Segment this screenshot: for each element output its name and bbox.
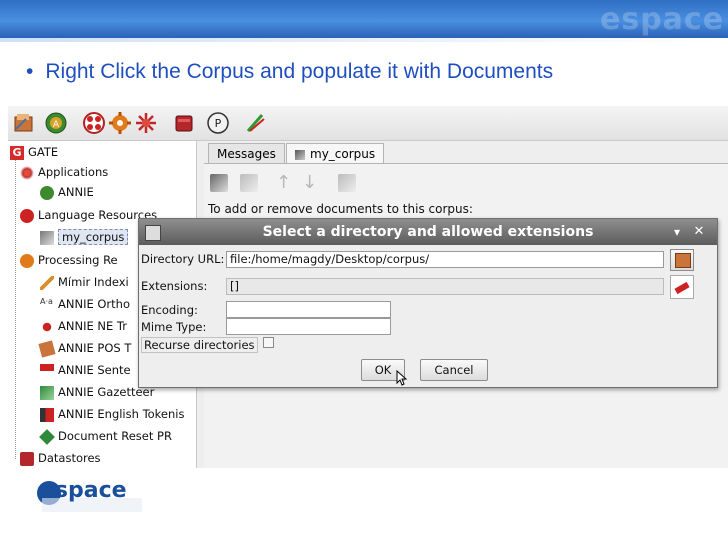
tab-my-corpus[interactable]: my_corpus [286,143,385,164]
tree-node-annie[interactable]: ANNIE [40,183,94,201]
tree-node-pr-item[interactable]: Document Reset PR [39,427,172,445]
tree-node-applications[interactable]: Applications [20,163,108,181]
extensions-field[interactable]: [] [226,278,664,295]
processing-resource-icon[interactable] [108,111,132,135]
annie-app-icon [40,185,54,200]
encoding-field[interactable] [226,301,391,318]
corpus-instructions: To add or remove documents to this corpu… [208,202,473,216]
ne-transducer-icon [40,319,54,334]
pipeline-icon[interactable]: P [206,111,230,135]
cancel-button[interactable]: Cancel [420,359,488,381]
banner-strip [0,38,728,42]
extensions-label: Extensions: [141,279,208,293]
close-icon[interactable]: ✕ [691,224,707,240]
edit-extensions-button[interactable] [670,275,694,299]
directory-url-field[interactable]: file:/home/magdy/Desktop/corpus/ [226,251,664,268]
mime-type-field[interactable] [226,318,391,335]
applications-icon [20,165,34,180]
annie-icon[interactable]: A [44,111,68,135]
mimir-indexer-icon [40,275,54,290]
window-menu-icon[interactable] [145,225,161,241]
bullet-marker: • [26,60,34,83]
select-directory-dialog: Select a directory and allowed extension… [138,218,718,388]
recurse-directories-checkbox[interactable] [263,337,274,348]
bullet-text: Right Click the Corpus and populate it w… [45,60,554,83]
browse-button[interactable] [670,249,694,271]
tree-node-datastores[interactable]: Datastores [20,449,101,467]
directory-url-label: Directory URL: [141,252,225,266]
pos-tagger-icon [38,339,56,358]
tree-node-pr-item[interactable]: Mímir Indexi [40,273,129,291]
slide-bullet: • Right Click the Corpus and populate it … [26,60,553,84]
banner-logo-watermark: espace [600,2,725,37]
tab-messages[interactable]: Messages [208,143,285,164]
corpus-icon [295,149,305,160]
tree-node-pr-item[interactable]: ANNIE English Tokenis [40,405,184,423]
tree-node-language-resources[interactable]: Language Resources [20,206,157,224]
espace-logo-text: espace [40,478,127,503]
dialog-title: Select a directory and allowed extension… [262,224,594,240]
mouse-cursor-icon [396,370,408,386]
tree-node-gate[interactable]: G GATE [10,143,58,161]
remove-document-icon[interactable] [240,174,258,192]
espace-logo: espace [32,476,146,518]
main-toolbar: A P [8,106,728,141]
language-resources-icon [20,208,34,223]
application-icon[interactable] [134,111,158,135]
document-reset-icon [39,428,55,445]
minimize-icon[interactable]: ▾ [669,224,685,240]
corpus-icon [40,230,54,245]
recurse-directories-label: Recurse directories [141,337,258,353]
tree-node-pr-item[interactable]: ANNIE Sente [40,361,131,379]
gate-logo-icon: G [10,145,24,160]
datastore-icon[interactable] [172,111,196,135]
tree-node-pr-item[interactable]: A·a ANNIE Ortho [40,295,130,313]
language-resource-icon[interactable] [82,111,106,135]
encoding-label: Encoding: [141,303,198,317]
mime-type-label: Mime Type: [141,320,207,334]
tree-node-pr-item[interactable]: ANNIE POS T [38,339,131,358]
sentence-splitter-icon [40,363,54,378]
move-down-icon[interactable]: ↓ [302,172,317,193]
edit-list-icon [674,281,690,295]
tree-node-my-corpus[interactable]: my_corpus [40,228,129,246]
open-icon[interactable] [12,111,36,135]
tree-node-pr-item[interactable]: ANNIE NE Tr [40,317,127,335]
svg-text:A: A [53,120,60,130]
move-up-icon[interactable]: ↑ [276,172,291,193]
tree-node-processing-resources[interactable]: Processing Re [20,251,118,269]
svg-text:P: P [215,117,222,130]
datastores-icon [20,451,34,466]
open-document-icon[interactable] [338,174,356,192]
folder-icon [675,253,691,268]
add-document-icon[interactable] [210,174,228,192]
edit-icon[interactable] [244,111,268,135]
processing-resources-icon [20,253,34,268]
gazetteer-icon [40,385,54,400]
tokeniser-icon [40,407,54,422]
orthomatcher-icon: A·a [40,296,53,306]
